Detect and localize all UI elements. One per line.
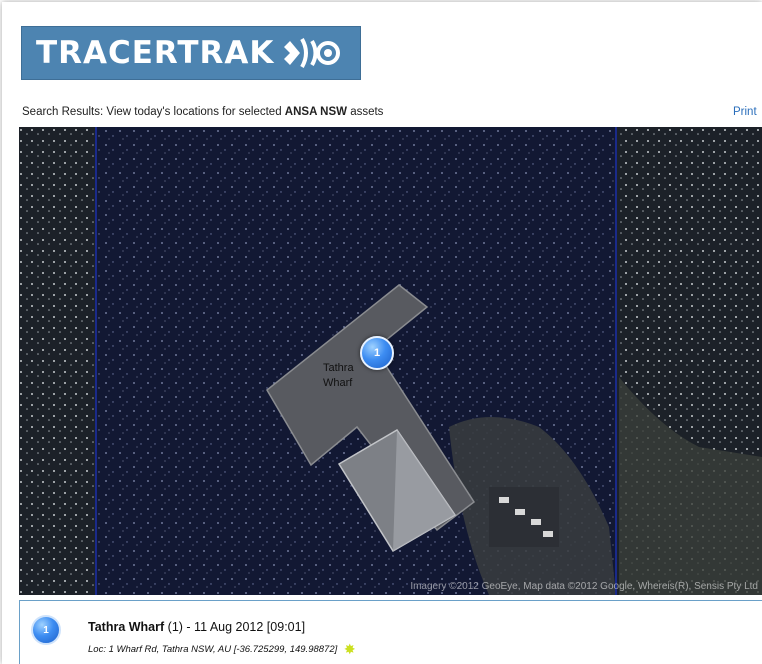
result-date: - 11 Aug 2012 [09:01] bbox=[186, 620, 306, 634]
result-marker[interactable]: 1 bbox=[31, 615, 61, 645]
map-place-label: Tathra Wharf bbox=[323, 361, 354, 391]
print-link[interactable]: Print bbox=[733, 106, 757, 118]
search-caption-prefix: Search Results: View today's locations f… bbox=[22, 106, 282, 118]
result-title: Tathra Wharf (1) - 11 Aug 2012 [09:01] bbox=[88, 620, 305, 634]
result-location: Loc: 1 Wharf Rd, Tathra NSW, AU [-36.725… bbox=[88, 641, 356, 658]
result-location-text: Loc: 1 Wharf Rd, Tathra NSW, AU [-36.725… bbox=[88, 644, 338, 655]
signal-waves-icon bbox=[284, 38, 341, 68]
map-attribution: Imagery ©2012 GeoEye, Map data ©2012 Goo… bbox=[410, 581, 758, 592]
search-results-caption: Search Results: View today's locations f… bbox=[22, 106, 383, 118]
logo-text: TRACERTRAK bbox=[36, 35, 275, 71]
result-name: Tathra Wharf bbox=[88, 620, 165, 634]
map-location-marker[interactable]: 1 bbox=[360, 336, 394, 370]
map-place-label-line2: Wharf bbox=[323, 377, 353, 389]
result-count: (1) bbox=[167, 620, 183, 634]
map-place-label-line1: Tathra bbox=[323, 362, 354, 374]
tracertrak-logo[interactable]: TRACERTRAK bbox=[21, 26, 361, 80]
search-caption-suffix: assets bbox=[350, 106, 384, 118]
star-icon: ✸ bbox=[343, 641, 356, 657]
result-list-item[interactable]: 1 Tathra Wharf (1) - 11 Aug 2012 [09:01]… bbox=[19, 600, 762, 664]
satellite-map[interactable]: 1 Tathra Wharf Imagery ©2012 GeoEye, Map… bbox=[19, 127, 762, 595]
search-caption-group: ANSA NSW bbox=[284, 106, 347, 118]
